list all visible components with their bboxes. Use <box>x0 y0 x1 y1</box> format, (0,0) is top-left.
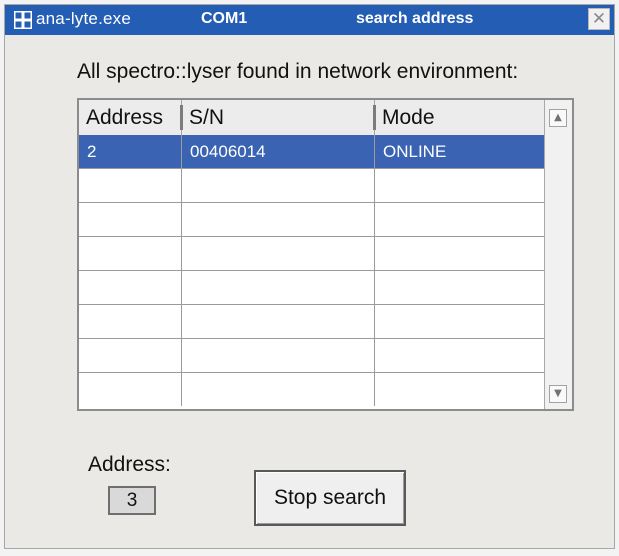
cell-serial <box>182 203 375 236</box>
cell-serial <box>182 373 375 406</box>
cell-serial <box>182 237 375 270</box>
cell-mode <box>375 305 544 338</box>
column-address-header[interactable]: Address <box>79 100 182 135</box>
table-row-3[interactable] <box>79 237 544 271</box>
table-row-5[interactable] <box>79 305 544 339</box>
close-icon: ✕ <box>591 9 607 28</box>
cell-address <box>79 271 182 304</box>
table-row-1[interactable] <box>79 169 544 203</box>
address-value-field[interactable]: 3 <box>108 486 156 515</box>
vertical-scrollbar[interactable]: ▲ ▼ <box>544 100 572 409</box>
search-address-dialog: ana-lyte.exe COM1 search address ✕ All s… <box>4 4 615 549</box>
cell-serial <box>182 305 375 338</box>
scroll-down-button[interactable]: ▼ <box>549 385 567 403</box>
cell-mode <box>375 339 544 372</box>
close-button[interactable]: ✕ <box>588 8 610 30</box>
app-name: ana-lyte.exe <box>36 9 132 28</box>
arrow-down-icon: ▼ <box>554 388 562 399</box>
table-row-4[interactable] <box>79 271 544 305</box>
cell-address <box>79 339 182 372</box>
arrow-up-icon: ▲ <box>554 112 562 123</box>
table-header: Address S/N Mode <box>79 100 544 136</box>
cell-address <box>79 305 182 338</box>
cell-mode <box>375 373 544 406</box>
cell-address: 2 <box>79 135 182 168</box>
cell-address <box>79 203 182 236</box>
cell-mode: ONLINE <box>383 142 447 161</box>
cell-mode <box>375 271 544 304</box>
cell-address <box>79 169 182 202</box>
address-label: Address: <box>88 453 171 476</box>
table-row-2[interactable] <box>79 203 544 237</box>
cell-serial <box>182 271 375 304</box>
cell-address <box>79 237 182 270</box>
cell-mode <box>375 169 544 202</box>
app-icon <box>14 11 32 29</box>
devices-heading: All spectro::lyser found in network envi… <box>77 60 519 83</box>
cell-serial <box>182 169 375 202</box>
cell-address <box>79 373 182 406</box>
table-row-0[interactable]: 2 00406014 ONLINE <box>79 135 544 169</box>
column-resize-handle[interactable] <box>180 105 183 130</box>
com-port: COM1 <box>201 10 248 27</box>
cell-serial: 00406014 <box>182 135 375 168</box>
scroll-up-button[interactable]: ▲ <box>549 109 567 127</box>
title-bar[interactable]: ana-lyte.exe COM1 search address ✕ <box>5 5 614 35</box>
cell-mode <box>375 203 544 236</box>
column-mode-header[interactable]: Mode <box>375 100 544 135</box>
column-sn-header[interactable]: S/N <box>182 100 375 135</box>
table-row-7[interactable] <box>79 373 544 407</box>
table-row-6[interactable] <box>79 339 544 373</box>
cell-serial <box>182 339 375 372</box>
cell-mode <box>375 237 544 270</box>
window-title: search address <box>356 10 474 27</box>
devices-table[interactable]: Address S/N Mode 2 00406014 ONLINE ▲ ▼ <box>77 98 574 411</box>
column-resize-handle[interactable] <box>373 105 376 130</box>
stop-search-button[interactable]: Stop search <box>254 470 406 526</box>
